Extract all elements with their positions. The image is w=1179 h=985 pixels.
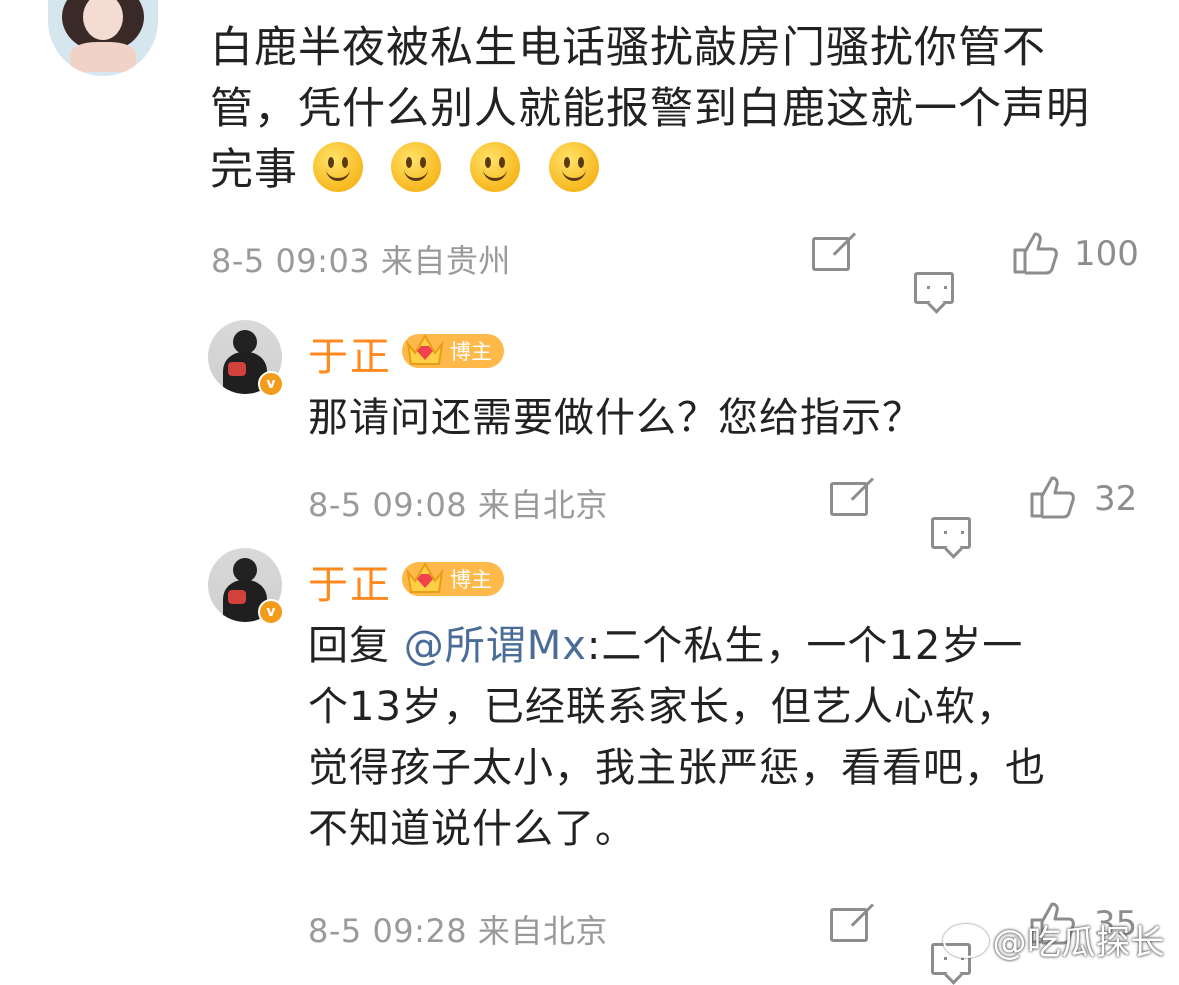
comment-line: 白鹿半夜被私生电话骚扰敲房门骚扰你管不 [210,23,1046,73]
user-avatar[interactable] [48,0,158,76]
reply-2: v 于正 博主 回复 @所谓Mx:二个私生，一个12岁一 个13岁，已经联系家长… [0,544,1179,975]
reply-line: 不知道说什么了。 [308,806,636,852]
comment-icon[interactable] [914,272,954,304]
like-count: 32 [1094,479,1138,519]
reply-meta: 8-5 09:08 来自北京 [308,486,608,524]
verified-icon: v [258,371,284,397]
blogger-badge: 博主 [402,334,504,368]
comment-text: 白鹿半夜被私生电话骚扰敲房门骚扰你管不 管，凭什么别人就能报警到白鹿这就一个声明… [210,18,1140,201]
comment-meta: 8-5 09:03 来自贵州 [211,242,511,280]
username[interactable]: 于正 [308,552,392,610]
verified-icon: v [258,599,284,625]
share-icon[interactable] [830,482,868,516]
share-icon[interactable] [830,908,868,942]
reply-1: v 于正 博主 那请问还需要做什么？您给指示？ 8-5 09:08 来自北京 3… [0,316,1179,549]
reply-line: 觉得孩子太小，我主张严惩，看看吧，也 [308,745,1046,791]
like-count: 100 [1074,234,1139,274]
crown-icon [406,562,444,593]
reply-meta: 8-5 09:28 来自北京 [308,912,608,950]
like-icon[interactable] [1028,474,1076,520]
crown-icon [406,334,444,365]
reply-line: 回复 @所谓Mx:二个私生，一个12岁一 [308,623,1024,669]
reply-text: 回复 @所谓Mx:二个私生，一个12岁一 个13岁，已经联系家长，但艺人心软， … [308,616,1046,860]
weibo-watermark: @吃瓜探长 [942,915,1166,964]
like-icon[interactable] [1011,230,1059,276]
username[interactable]: 于正 [308,324,392,382]
mention-link[interactable]: @所谓Mx [404,623,587,669]
share-icon[interactable] [812,237,850,271]
smile-emoji-icon [391,142,442,192]
blogger-badge: 博主 [402,562,504,596]
reply-line: 个13岁，已经联系家长，但艺人心软， [308,684,1017,730]
smile-emoji-icon [548,142,599,192]
top-comment: 白鹿半夜被私生电话骚扰敲房门骚扰你管不 管，凭什么别人就能报警到白鹿这就一个声明… [0,0,1179,304]
smile-emoji-icon [470,142,521,192]
weibo-icon [942,924,989,958]
reply-text: 那请问还需要做什么？您给指示？ [308,395,923,441]
comment-line: 完事 [210,140,1140,201]
comment-line: 管，凭什么别人就能报警到白鹿这就一个声明 [210,84,1090,134]
smile-emoji-icon [312,142,363,192]
